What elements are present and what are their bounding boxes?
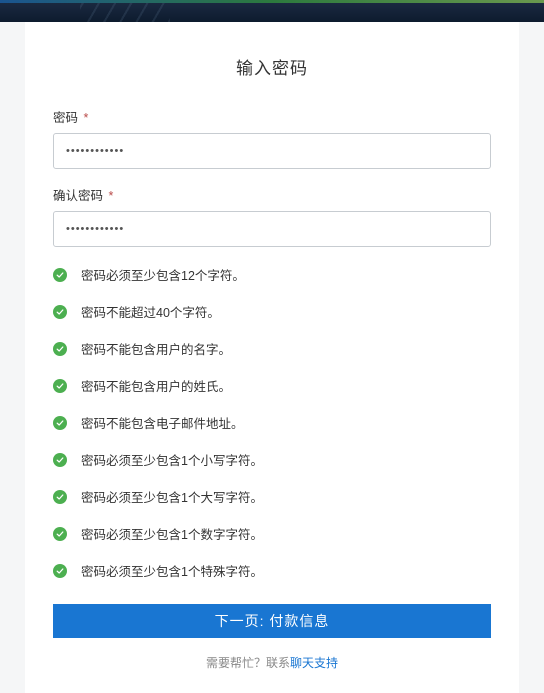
- required-indicator: *: [109, 189, 114, 203]
- check-icon: [53, 305, 67, 319]
- password-rule: 密码不能超过40个字符。: [53, 302, 491, 321]
- check-icon: [53, 527, 67, 541]
- password-rule-text: 密码不能包含用户的姓氏。: [81, 376, 231, 395]
- check-icon: [53, 342, 67, 356]
- confirm-password-field-group: 确认密码 *: [53, 185, 491, 247]
- next-button[interactable]: 下一页: 付款信息: [53, 604, 491, 638]
- check-icon: [53, 416, 67, 430]
- password-rule: 密码不能包含电子邮件地址。: [53, 413, 491, 432]
- password-label: 密码 *: [53, 107, 491, 126]
- page-title: 输入密码: [53, 54, 491, 79]
- password-field-group: 密码 *: [53, 107, 491, 169]
- password-rule-text: 密码不能包含用户的名字。: [81, 339, 231, 358]
- password-input[interactable]: [53, 133, 491, 169]
- help-text: 需要帮忙？联系聊天支持: [53, 654, 491, 671]
- password-rules-list: 密码必须至少包含12个字符。密码不能超过40个字符。密码不能包含用户的名字。密码…: [53, 265, 491, 580]
- password-rule-text: 密码必须至少包含1个小写字符。: [81, 450, 263, 469]
- password-rule: 密码不能包含用户的名字。: [53, 339, 491, 358]
- check-icon: [53, 268, 67, 282]
- password-rule: 密码必须至少包含1个特殊字符。: [53, 561, 491, 580]
- password-rule-text: 密码不能超过40个字符。: [81, 302, 220, 321]
- check-icon: [53, 490, 67, 504]
- check-icon: [53, 379, 67, 393]
- confirm-password-input[interactable]: [53, 211, 491, 247]
- chat-support-link[interactable]: 聊天支持: [290, 656, 338, 670]
- required-indicator: *: [84, 111, 89, 125]
- check-icon: [53, 564, 67, 578]
- help-prefix: 需要帮忙？联系: [206, 656, 290, 670]
- password-rule-text: 密码必须至少包含1个特殊字符。: [81, 561, 263, 580]
- confirm-password-label: 确认密码 *: [53, 185, 491, 204]
- password-rule: 密码必须至少包含1个小写字符。: [53, 450, 491, 469]
- confirm-password-label-text: 确认密码: [53, 189, 103, 203]
- password-rule-text: 密码必须至少包含12个字符。: [81, 265, 245, 284]
- check-icon: [53, 453, 67, 467]
- password-rule-text: 密码必须至少包含1个大写字符。: [81, 487, 263, 506]
- password-rule-text: 密码必须至少包含1个数字字符。: [81, 524, 263, 543]
- app-header-bar: [0, 0, 544, 22]
- password-rule-text: 密码不能包含电子邮件地址。: [81, 413, 244, 432]
- password-form-panel: 输入密码 密码 * 确认密码 * 密码必须至少包含12个字符。密码不能超过40个…: [25, 22, 519, 693]
- password-label-text: 密码: [53, 111, 78, 125]
- password-rule: 密码不能包含用户的姓氏。: [53, 376, 491, 395]
- password-rule: 密码必须至少包含1个数字字符。: [53, 524, 491, 543]
- password-rule: 密码必须至少包含12个字符。: [53, 265, 491, 284]
- password-rule: 密码必须至少包含1个大写字符。: [53, 487, 491, 506]
